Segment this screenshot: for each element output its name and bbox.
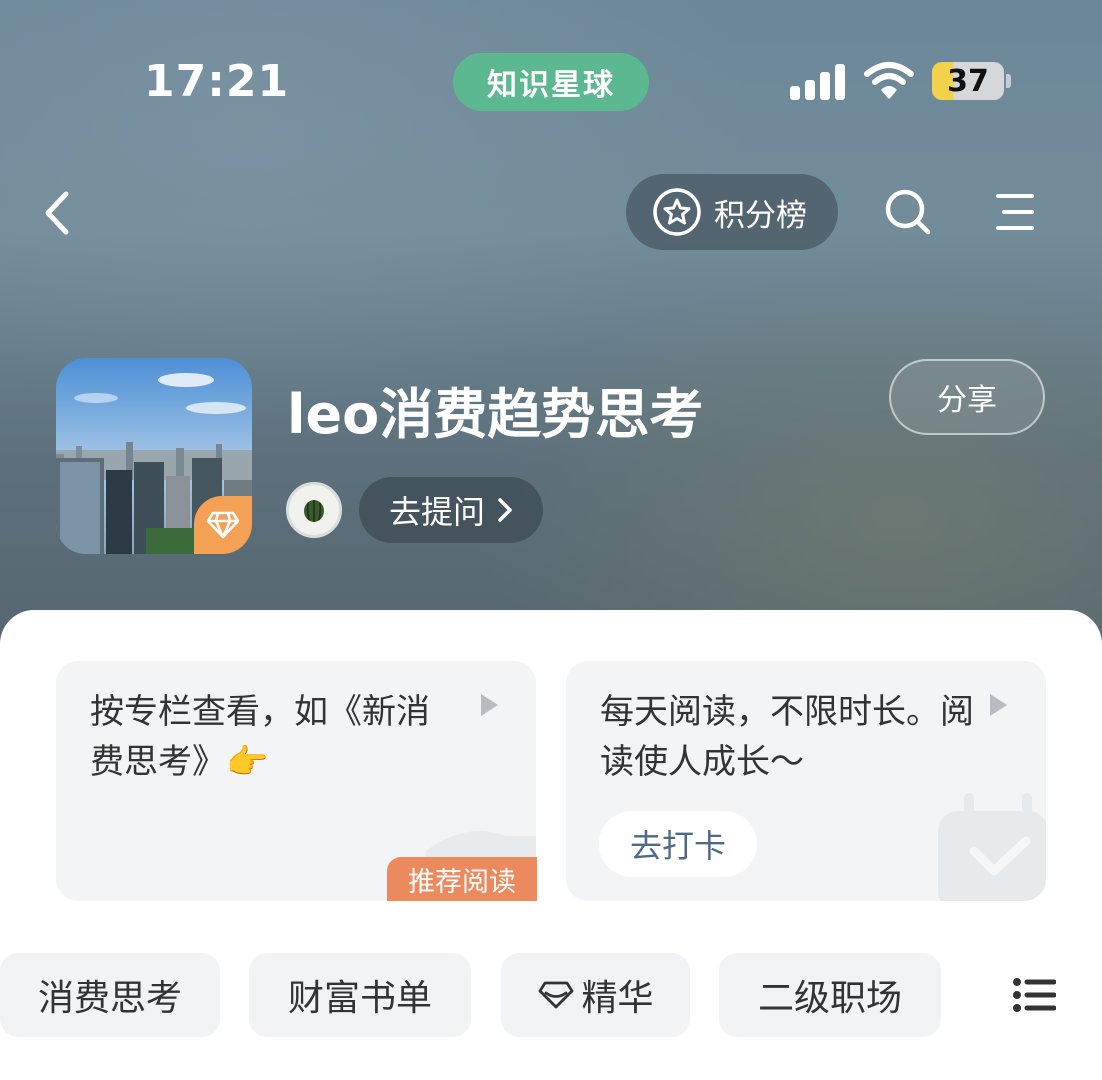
battery-indicator: 37 — [932, 62, 1004, 100]
tab-consumption-thinking[interactable]: 消费思考 — [0, 953, 220, 1037]
list-icon — [1013, 978, 1056, 1012]
play-arrow-icon — [990, 694, 1007, 716]
owner-avatar[interactable] — [286, 482, 342, 538]
ranking-label: 积分榜 — [714, 197, 807, 234]
premium-badge — [194, 496, 252, 554]
search-icon[interactable] — [882, 186, 934, 238]
tab-featured-label: 精华 — [581, 978, 654, 1019]
app-name-pill[interactable]: 知识星球 — [453, 53, 649, 111]
watermelon-icon — [304, 500, 324, 522]
share-button[interactable]: 分享 — [889, 359, 1045, 435]
chevron-right-icon — [498, 498, 512, 522]
diamond-icon — [206, 511, 240, 539]
menu-icon[interactable] — [994, 191, 1036, 233]
recommend-read-tag: 推荐阅读 — [387, 857, 537, 901]
wifi-icon — [864, 62, 914, 99]
star-icon — [653, 188, 701, 236]
group-cover-image[interactable] — [56, 358, 252, 554]
status-time: 17:21 — [144, 56, 290, 107]
play-arrow-icon — [481, 694, 498, 716]
checkin-card-text: 每天阅读，不限时长。阅读使人成长～ — [600, 692, 974, 782]
tab-secondary-workplace[interactable]: 二级职场 — [719, 953, 941, 1037]
calendar-watermark-icon — [938, 793, 1046, 901]
group-title: leo消费趋势思考 — [287, 383, 704, 446]
ask-question-label: 去提问 — [388, 493, 485, 531]
column-card-text: 按专栏查看，如《新消费思考》👉 — [90, 692, 430, 782]
signal-icon — [790, 64, 846, 100]
diamond-icon — [539, 981, 574, 1009]
back-icon[interactable] — [36, 188, 80, 238]
tab-list-button[interactable] — [972, 953, 1102, 1037]
ask-question-button[interactable]: 去提问 — [359, 477, 543, 543]
tab-wealth-booklist[interactable]: 财富书单 — [249, 953, 471, 1037]
ranking-button[interactable]: 积分榜 — [626, 174, 838, 250]
checkin-button[interactable]: 去打卡 — [599, 811, 757, 877]
tab-featured[interactable]: 精华 — [501, 953, 690, 1037]
battery-nub — [1006, 74, 1011, 88]
